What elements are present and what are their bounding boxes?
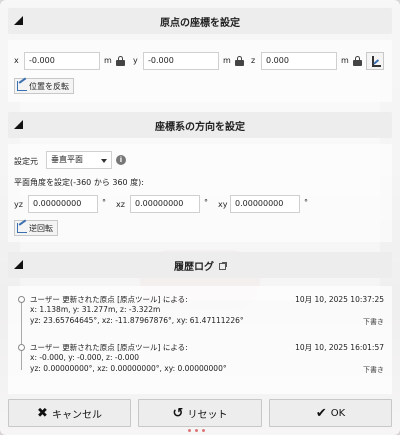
xz-unit: °: [204, 198, 208, 207]
x-unit: m: [104, 56, 112, 65]
angle-label: 平面角度を設定(-360 から 360 度):: [14, 178, 144, 187]
z-field[interactable]: 0.000: [261, 52, 337, 70]
yz-field[interactable]: 0.00000000: [28, 195, 98, 213]
x-label: x: [14, 56, 19, 65]
info-icon[interactable]: i: [116, 155, 126, 165]
history-dot: [18, 296, 25, 303]
y-unit: m: [223, 56, 231, 65]
history-entry-1-line1: ユーザー 更新された原点 [原点ツール] による:: [30, 295, 188, 304]
history-entry-2-date: 10月 10, 2025 16:01:57: [295, 343, 384, 352]
rotate-ccw-icon: ↺: [172, 405, 184, 421]
history-entry-2-line2: x: -0.000, y: -0.000, z: -0.000: [30, 353, 140, 362]
source-label: 設定元: [14, 157, 38, 166]
collapse-icon[interactable]: [14, 120, 23, 129]
origin-dialog: 原点の座標を設定 x -0.000 m y -0.000 m z 0.000 m…: [0, 0, 400, 435]
history-entry-1-line3: yz: 23.65764645°, xz: -11.87967876°, xy:…: [30, 316, 244, 325]
history-entry-1-status: 下書き: [363, 318, 384, 326]
reverse-rotation-label: 逆回転: [29, 223, 53, 233]
source-value: 垂直平面: [51, 155, 83, 164]
history-entry-1-line2: x: 1.138m, y: 31.277m, z: -3.322m: [30, 305, 161, 314]
x-lock-icon[interactable]: [116, 56, 125, 66]
orientation-section-title: 座標系の方向を設定: [155, 121, 245, 133]
y-label: y: [133, 56, 138, 65]
source-select[interactable]: 垂直平面: [46, 151, 112, 169]
history-dot: [18, 344, 25, 351]
x-field[interactable]: -0.000: [24, 52, 100, 70]
xy-field[interactable]: 0.00000000: [230, 195, 300, 213]
reverse-rotation-button[interactable]: 逆回転: [14, 220, 58, 236]
flip-position-label: 位置を反転: [29, 81, 69, 91]
xz-field[interactable]: 0.00000000: [130, 195, 200, 213]
history-entry-2-status: 下書き: [363, 366, 384, 374]
orientation-section-body: 設定元 垂直平面 i 平面角度を設定(-360 から 360 度): yz 0.…: [8, 144, 392, 242]
collapse-icon[interactable]: [14, 260, 23, 269]
orientation-section-header[interactable]: 座標系の方向を設定: [8, 112, 392, 138]
timeline-line: [21, 300, 22, 370]
y-field[interactable]: -0.000: [143, 52, 219, 70]
yz-unit: °: [102, 198, 106, 207]
ok-label: OK: [330, 407, 346, 419]
flip-position-button[interactable]: 位置を反転: [14, 78, 74, 94]
check-icon: ✔: [315, 405, 327, 421]
ok-button[interactable]: ✔ OK: [269, 399, 392, 427]
reset-button[interactable]: ↺ リセット: [138, 399, 262, 427]
z-unit: m: [341, 56, 349, 65]
origin-section-title: 原点の座標を設定: [160, 17, 240, 29]
pager-dots: [188, 429, 205, 432]
xy-label: xy: [218, 200, 228, 209]
xy-unit: °: [304, 198, 308, 207]
flip-icon: [17, 81, 27, 91]
x-icon: ✖: [37, 405, 48, 421]
history-entry-2-line1: ユーザー 更新された原点 [原点ツール] による:: [30, 343, 188, 352]
collapse-icon[interactable]: [14, 16, 23, 25]
y-lock-icon[interactable]: [235, 56, 244, 66]
external-link-icon[interactable]: [219, 261, 227, 270]
history-section-title: 履歴ログ: [174, 261, 214, 273]
chevron-down-icon: [101, 159, 107, 163]
cancel-button[interactable]: ✖ キャンセル: [8, 399, 131, 427]
yz-label: yz: [14, 200, 23, 209]
history-list: ユーザー 更新された原点 [原点ツール] による: x: 1.138m, y: …: [8, 286, 392, 394]
reverse-icon: [17, 223, 27, 233]
axis-pick-icon[interactable]: [366, 52, 384, 70]
z-lock-icon[interactable]: [353, 56, 362, 66]
history-section-header[interactable]: 履歴ログ: [8, 252, 392, 278]
xz-label: xz: [116, 200, 125, 209]
reset-label: リセット: [187, 409, 228, 421]
history-entry-2-line3: yz: 0.00000000°, xz: 0.00000000°, xy: 0.…: [30, 364, 227, 373]
cancel-label: キャンセル: [51, 409, 102, 421]
history-entry-1-date: 10月 10, 2025 10:37:25: [295, 295, 384, 304]
z-label: z: [251, 56, 256, 65]
origin-section-body: x -0.000 m y -0.000 m z 0.000 m 位置を反転: [8, 40, 392, 102]
origin-section-header[interactable]: 原点の座標を設定: [8, 8, 392, 34]
